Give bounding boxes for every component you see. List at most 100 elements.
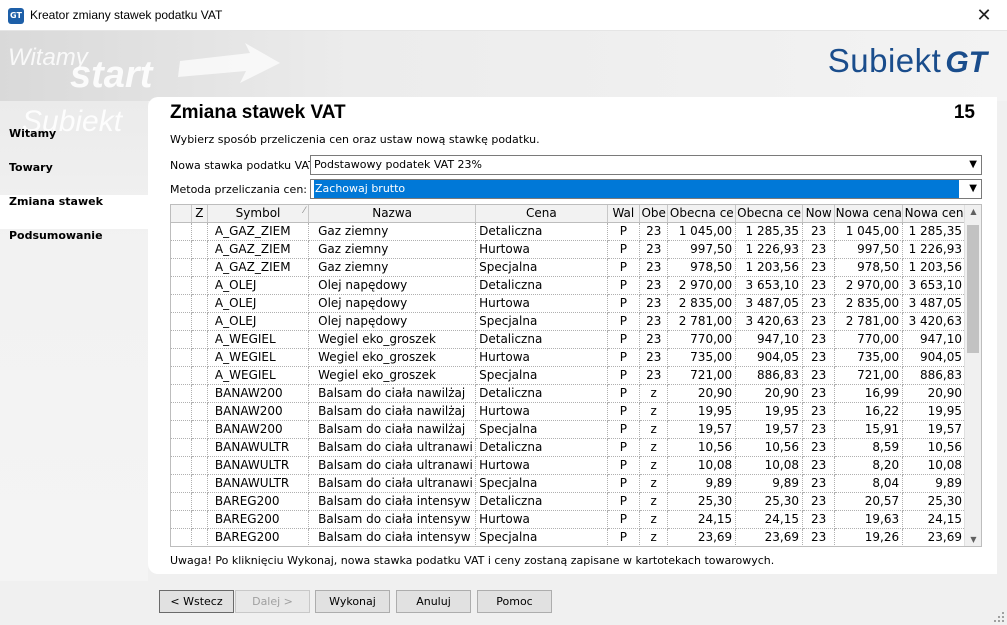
column-header-label: Now — [805, 206, 832, 221]
cell-select — [171, 510, 192, 529]
table-row[interactable]: BAREG200 Balsam do ciała intensyw Detalicz… — [171, 492, 966, 511]
cell-obecna-cena-brutto: 1 203,56 — [735, 258, 803, 277]
cell-select — [171, 294, 192, 313]
cell-symbol: BANAWULTR — [207, 438, 310, 457]
dropdown-arrow-icon[interactable]: ▼ — [969, 180, 977, 198]
table-row[interactable]: BANAWULTR Balsam do ciała ultranawi Detali… — [171, 438, 966, 457]
cell-obecna-stawka: z — [639, 474, 669, 493]
cell-nowa-cena-netto: 735,00 — [834, 348, 904, 367]
help-button[interactable]: Pomoc — [477, 590, 552, 613]
column-header-cena[interactable]: Cena — [475, 205, 608, 223]
table-row[interactable]: BANAW200 Balsam do ciała nawilżaj Detalicz… — [171, 384, 966, 403]
sidebar-item-towary[interactable]: Towary — [0, 161, 148, 195]
column-header-waluta[interactable]: Wal — [607, 205, 641, 223]
back-button[interactable]: < Wstecz — [159, 590, 234, 613]
table-row[interactable]: BAREG200 Balsam do ciała intensyw Hurtowa P… — [171, 510, 966, 529]
cell-nowa-cena-brutto: 20,90 — [902, 384, 966, 403]
price-grid[interactable]: Z Symbol ⁄ Nazwa Cena Wal Obe Obecna ce Obecna c… — [170, 204, 982, 547]
table-row[interactable]: A_OLEJ Olej napędowy Specjalna P 23 2 781,00 3… — [171, 312, 966, 331]
table-row[interactable]: A_GAZ_ZIEM Gaz ziemny Hurtowa P 23 997,50 1 22… — [171, 240, 966, 259]
price-method-select[interactable]: Zachowaj brutto ▼ — [310, 179, 982, 199]
cell-obecna-cena-netto: 24,15 — [667, 510, 737, 529]
scroll-up-icon[interactable]: ▲ — [965, 207, 981, 216]
cell-cena: Hurtowa — [475, 294, 608, 313]
column-header-nowa-cena-brutto[interactable]: Nowa cen — [902, 205, 966, 223]
table-row[interactable]: BANAW200 Balsam do ciała nawilżaj Hurtowa P… — [171, 402, 966, 421]
cell-nowa-stawka: 23 — [802, 420, 836, 439]
cell-symbol: BANAW200 — [207, 402, 310, 421]
column-header-nowa-stawka[interactable]: Now — [802, 205, 836, 223]
cancel-button[interactable]: Anuluj — [396, 590, 471, 613]
cell-nowa-stawka: 23 — [802, 492, 836, 511]
column-header-symbol[interactable]: Symbol ⁄ — [207, 205, 310, 223]
column-header-label: Nowa cen — [904, 206, 964, 221]
cell-select — [171, 366, 192, 385]
column-header-nazwa[interactable]: Nazwa — [308, 205, 477, 223]
column-header-obecna-cena-brutto[interactable]: Obecna ce — [735, 205, 803, 223]
cell-nowa-stawka: 23 — [802, 312, 836, 331]
cell-nowa-cena-brutto: 1 226,93 — [902, 240, 966, 259]
table-row[interactable]: A_WEGIEL Wegiel eko_groszek Specjalna P 23 72… — [171, 366, 966, 385]
table-row[interactable]: A_WEGIEL Wegiel eko_groszek Detaliczna P 23 7… — [171, 330, 966, 349]
cell-nowa-cena-netto: 2 970,00 — [834, 276, 904, 295]
sidebar-item-zmiana-stawek[interactable]: Zmiana stawek — [0, 195, 148, 229]
cell-select — [171, 528, 192, 546]
scrollbar-thumb[interactable] — [967, 225, 979, 353]
table-row[interactable]: BANAWULTR Balsam do ciała ultranawi Specja… — [171, 474, 966, 493]
column-header-obecna-cena-netto[interactable]: Obecna ce — [667, 205, 737, 223]
page-title: Zmiana stawek VAT — [170, 102, 346, 123]
cell-obecna-cena-netto: 20,90 — [667, 384, 737, 403]
cell-obecna-cena-brutto: 10,56 — [735, 438, 803, 457]
table-row[interactable]: A_OLEJ Olej napędowy Hurtowa P 23 2 835,00 3 4… — [171, 294, 966, 313]
vat-rate-select[interactable]: Podstawowy podatek VAT 23% ▼ — [310, 155, 982, 175]
cell-select — [171, 492, 192, 511]
cell-waluta: P — [607, 528, 641, 546]
column-header-z[interactable]: Z — [191, 205, 208, 223]
table-row[interactable]: BAREG200 Balsam do ciała intensyw Specjaln… — [171, 528, 966, 546]
cell-nowa-cena-netto: 20,57 — [834, 492, 904, 511]
column-header-nowa-cena-netto[interactable]: Nowa cena — [834, 205, 904, 223]
cell-symbol: BAREG200 — [207, 492, 310, 511]
sort-indicator-icon: ⁄ — [303, 206, 306, 216]
table-row[interactable]: BANAW200 Balsam do ciała nawilżaj Specjaln… — [171, 420, 966, 439]
cell-select — [171, 402, 192, 421]
cell-cena: Specjalna — [475, 420, 608, 439]
table-row[interactable]: BANAWULTR Balsam do ciała ultranawi Hurtow… — [171, 456, 966, 475]
cell-z — [191, 510, 208, 529]
cell-nazwa: Balsam do ciała ultranawi — [308, 456, 477, 475]
table-row[interactable]: A_GAZ_ZIEM Gaz ziemny Specjalna P 23 978,50 1 … — [171, 258, 966, 277]
vertical-scrollbar[interactable]: ▲ ▼ — [964, 205, 981, 546]
cell-nowa-cena-netto: 2 781,00 — [834, 312, 904, 331]
cell-cena: Specjalna — [475, 258, 608, 277]
table-row[interactable]: A_OLEJ Olej napędowy Detaliczna P 23 2 970,00… — [171, 276, 966, 295]
cell-nowa-stawka: 23 — [802, 528, 836, 546]
cell-nowa-stawka: 23 — [802, 438, 836, 457]
cell-nazwa: Balsam do ciała intensyw — [308, 528, 477, 546]
sidebar-item-witamy[interactable]: Witamy — [0, 127, 148, 161]
resize-grip-icon[interactable] — [993, 611, 1005, 623]
table-row[interactable]: A_WEGIEL Wegiel eko_groszek Hurtowa P 23 735,… — [171, 348, 966, 367]
cell-cena: Hurtowa — [475, 510, 608, 529]
cell-obecna-cena-netto: 1 045,00 — [667, 222, 737, 241]
cell-z — [191, 456, 208, 475]
column-header-obecna-stawka[interactable]: Obe — [639, 205, 669, 223]
table-row[interactable]: A_GAZ_ZIEM Gaz ziemny Detaliczna P 23 1 045,0… — [171, 222, 966, 241]
execute-button[interactable]: Wykonaj — [315, 590, 390, 613]
close-icon[interactable]: ✕ — [961, 0, 1007, 31]
column-header-label: Obe — [641, 206, 666, 221]
cell-obecna-cena-netto: 25,30 — [667, 492, 737, 511]
column-header-select[interactable] — [171, 205, 192, 223]
cell-obecna-cena-brutto: 20,90 — [735, 384, 803, 403]
dropdown-arrow-icon[interactable]: ▼ — [969, 156, 977, 174]
cell-symbol: A_WEGIEL — [207, 348, 310, 367]
scroll-down-icon[interactable]: ▼ — [965, 535, 981, 544]
cell-symbol: BAREG200 — [207, 528, 310, 546]
cell-nowa-cena-netto: 19,63 — [834, 510, 904, 529]
cell-waluta: P — [607, 258, 641, 277]
sidebar-item-podsumowanie[interactable]: Podsumowanie — [0, 229, 148, 263]
cell-obecna-stawka: z — [639, 510, 669, 529]
column-header-label: Cena — [526, 206, 557, 221]
cell-waluta: P — [607, 456, 641, 475]
next-button[interactable]: Dalej > — [235, 590, 310, 613]
cell-nowa-cena-netto: 16,22 — [834, 402, 904, 421]
